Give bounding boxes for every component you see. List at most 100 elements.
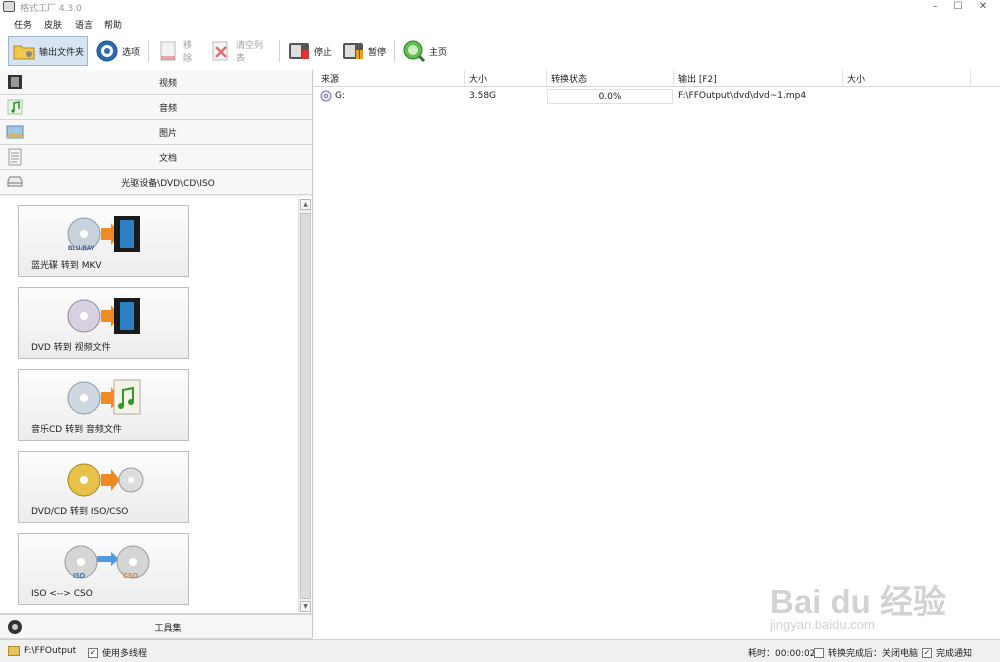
output-folder-label: 输出文件夹 [39, 47, 85, 58]
column-size[interactable]: 大小 [469, 72, 487, 85]
remove-label: 移除 [183, 41, 193, 64]
home-label: 主页 [429, 47, 448, 58]
remove-button[interactable]: 移除 [153, 36, 203, 66]
row-source: G: [335, 91, 346, 101]
tool-card-disc-to-iso[interactable]: DVD/CD 转到 ISO/CSO [18, 451, 189, 523]
folder-icon [8, 646, 20, 656]
pause-button[interactable]: 暂停 [338, 36, 390, 66]
elapsed-time: 耗时：00:00:02 [748, 646, 815, 659]
checkbox-icon [814, 647, 824, 658]
scroll-down-icon[interactable]: ▼ [300, 601, 311, 612]
row-size: 3.58G [469, 91, 497, 101]
watermark-url: jingyan.baidu.com [770, 617, 875, 632]
column-divider [842, 70, 843, 87]
category-document[interactable]: 文档 [0, 145, 312, 170]
output-path[interactable]: F:\FFOutput [8, 646, 76, 656]
folder-icon [13, 45, 35, 60]
category-audio[interactable]: 音频 [0, 95, 312, 120]
toolbar-separator [394, 40, 395, 62]
toolbox-icon [8, 620, 22, 634]
clear-list-button[interactable]: 清空列表 [206, 36, 274, 66]
category-image-label: 图片 [158, 129, 177, 139]
toolbar-separator [279, 40, 280, 62]
category-image[interactable]: 图片 [0, 120, 312, 145]
task-list: 来源 大小 转换状态 输出 [F2] 大小 G: 3.58G 0.0% F:\F… [314, 70, 1000, 638]
row-progress: 0.0% [547, 89, 673, 104]
column-output[interactable]: 输出 [F2] [678, 72, 717, 85]
scroll-up-icon[interactable]: ▲ [300, 199, 311, 210]
category-audio-label: 音频 [158, 104, 177, 114]
remove-icon [160, 41, 176, 61]
scroll-thumb[interactable] [300, 213, 311, 599]
options-label: 选项 [122, 47, 141, 58]
minimize-button[interactable]: – [924, 0, 946, 14]
category-video[interactable]: 视频 [0, 70, 312, 95]
menu-task[interactable]: 任务 [14, 18, 32, 31]
disc-icon [320, 90, 332, 102]
output-folder-button[interactable]: 输出文件夹 [8, 36, 88, 66]
disc-tools-list: BLU-RAY 蓝光碟 转到 MKV DVD 转到 视频文件 音乐CD 转到 音… [0, 197, 312, 614]
stop-icon [289, 43, 309, 59]
category-toolbox[interactable]: 工具集 [0, 614, 312, 639]
music-note-icon [7, 99, 23, 115]
elapsed-label: 耗时：00:00:02 [748, 649, 816, 659]
tool-card-label: 音乐CD 转到 音频文件 [31, 425, 122, 435]
dvd-to-video-icon [67, 298, 140, 334]
table-row[interactable]: G: 3.58G 0.0% F:\FFOutput\dvd\dvd~1.mp4 [314, 88, 1000, 105]
notify-checkbox[interactable]: ✓ 完成通知 [922, 646, 972, 659]
title-bar: 格式工厂 4.3.0 – ☐ ✕ [0, 0, 1000, 14]
cd-to-audio-icon [67, 379, 141, 415]
category-video-label: 视频 [158, 79, 177, 89]
film-icon [8, 75, 22, 89]
maximize-button[interactable]: ☐ [947, 0, 969, 14]
svg-text:ISO: ISO [73, 573, 86, 580]
tool-card-dvd-to-video[interactable]: DVD 转到 视频文件 [18, 287, 189, 359]
column-output-size[interactable]: 大小 [847, 72, 865, 85]
category-disc[interactable]: 光驱设备\DVD\CD\ISO [0, 170, 312, 195]
svg-text:BLU-RAY: BLU-RAY [68, 246, 94, 252]
column-divider [970, 70, 971, 87]
disc-to-iso-icon [67, 463, 144, 497]
options-gear-icon [96, 40, 118, 62]
category-disc-label: 光驱设备\DVD\CD\ISO [121, 179, 215, 189]
row-status: 0.0% [598, 92, 622, 102]
stop-button[interactable]: 停止 [284, 36, 336, 66]
options-button[interactable]: 选项 [92, 36, 144, 66]
multithread-checkbox[interactable]: ✓ 使用多线程 [88, 646, 147, 659]
category-toolbox-label: 工具集 [154, 624, 182, 634]
status-bar: F:\FFOutput ✓ 使用多线程 耗时：00:00:02 转换完成后：关闭… [0, 639, 1000, 662]
close-button[interactable]: ✕ [972, 0, 994, 14]
svg-text:CSO: CSO [123, 573, 139, 580]
notify-label: 完成通知 [936, 649, 973, 659]
window-title: 格式工厂 4.3.0 [20, 4, 82, 14]
output-path-label: F:\FFOutput [24, 646, 77, 656]
iso-cso-icon: ISO CSO [64, 545, 150, 580]
tool-card-label: DVD/CD 转到 ISO/CSO [31, 507, 129, 517]
home-button[interactable]: 主页 [399, 36, 451, 66]
tool-card-bluray-to-mkv[interactable]: BLU-RAY 蓝光碟 转到 MKV [18, 205, 189, 277]
home-globe-icon [403, 40, 426, 63]
image-icon [6, 125, 24, 139]
tool-card-label: ISO <--> CSO [31, 589, 93, 599]
tool-card-cd-to-audio[interactable]: 音乐CD 转到 音频文件 [18, 369, 189, 441]
menu-bar: 任务 皮肤 语言 帮助 [0, 16, 1000, 32]
after-convert-label: 转换完成后：关闭电脑 [828, 649, 919, 659]
document-icon [8, 148, 22, 166]
pause-label: 暂停 [368, 47, 387, 58]
column-divider [546, 70, 547, 87]
tool-card-label: 蓝光碟 转到 MKV [31, 261, 102, 271]
column-source[interactable]: 来源 [321, 72, 339, 85]
column-status[interactable]: 转换状态 [551, 72, 587, 85]
menu-help[interactable]: 帮助 [104, 18, 122, 31]
menu-language[interactable]: 语言 [75, 18, 93, 31]
menu-skin[interactable]: 皮肤 [44, 18, 62, 31]
after-convert-checkbox[interactable]: 转换完成后：关闭电脑 [814, 646, 918, 659]
tool-card-iso-cso[interactable]: ISO CSO ISO <--> CSO [18, 533, 189, 605]
format-factory-window: 格式工厂 4.3.0 – ☐ ✕ 任务 皮肤 语言 帮助 输出文件夹 选项 移除… [0, 0, 1000, 662]
multithread-label: 使用多线程 [102, 649, 148, 659]
tools-scrollbar[interactable]: ▲ ▼ [298, 199, 311, 612]
stop-label: 停止 [314, 47, 333, 58]
tool-card-label: DVD 转到 视频文件 [31, 343, 111, 353]
app-icon [3, 1, 15, 12]
toolbar-separator [148, 40, 149, 62]
